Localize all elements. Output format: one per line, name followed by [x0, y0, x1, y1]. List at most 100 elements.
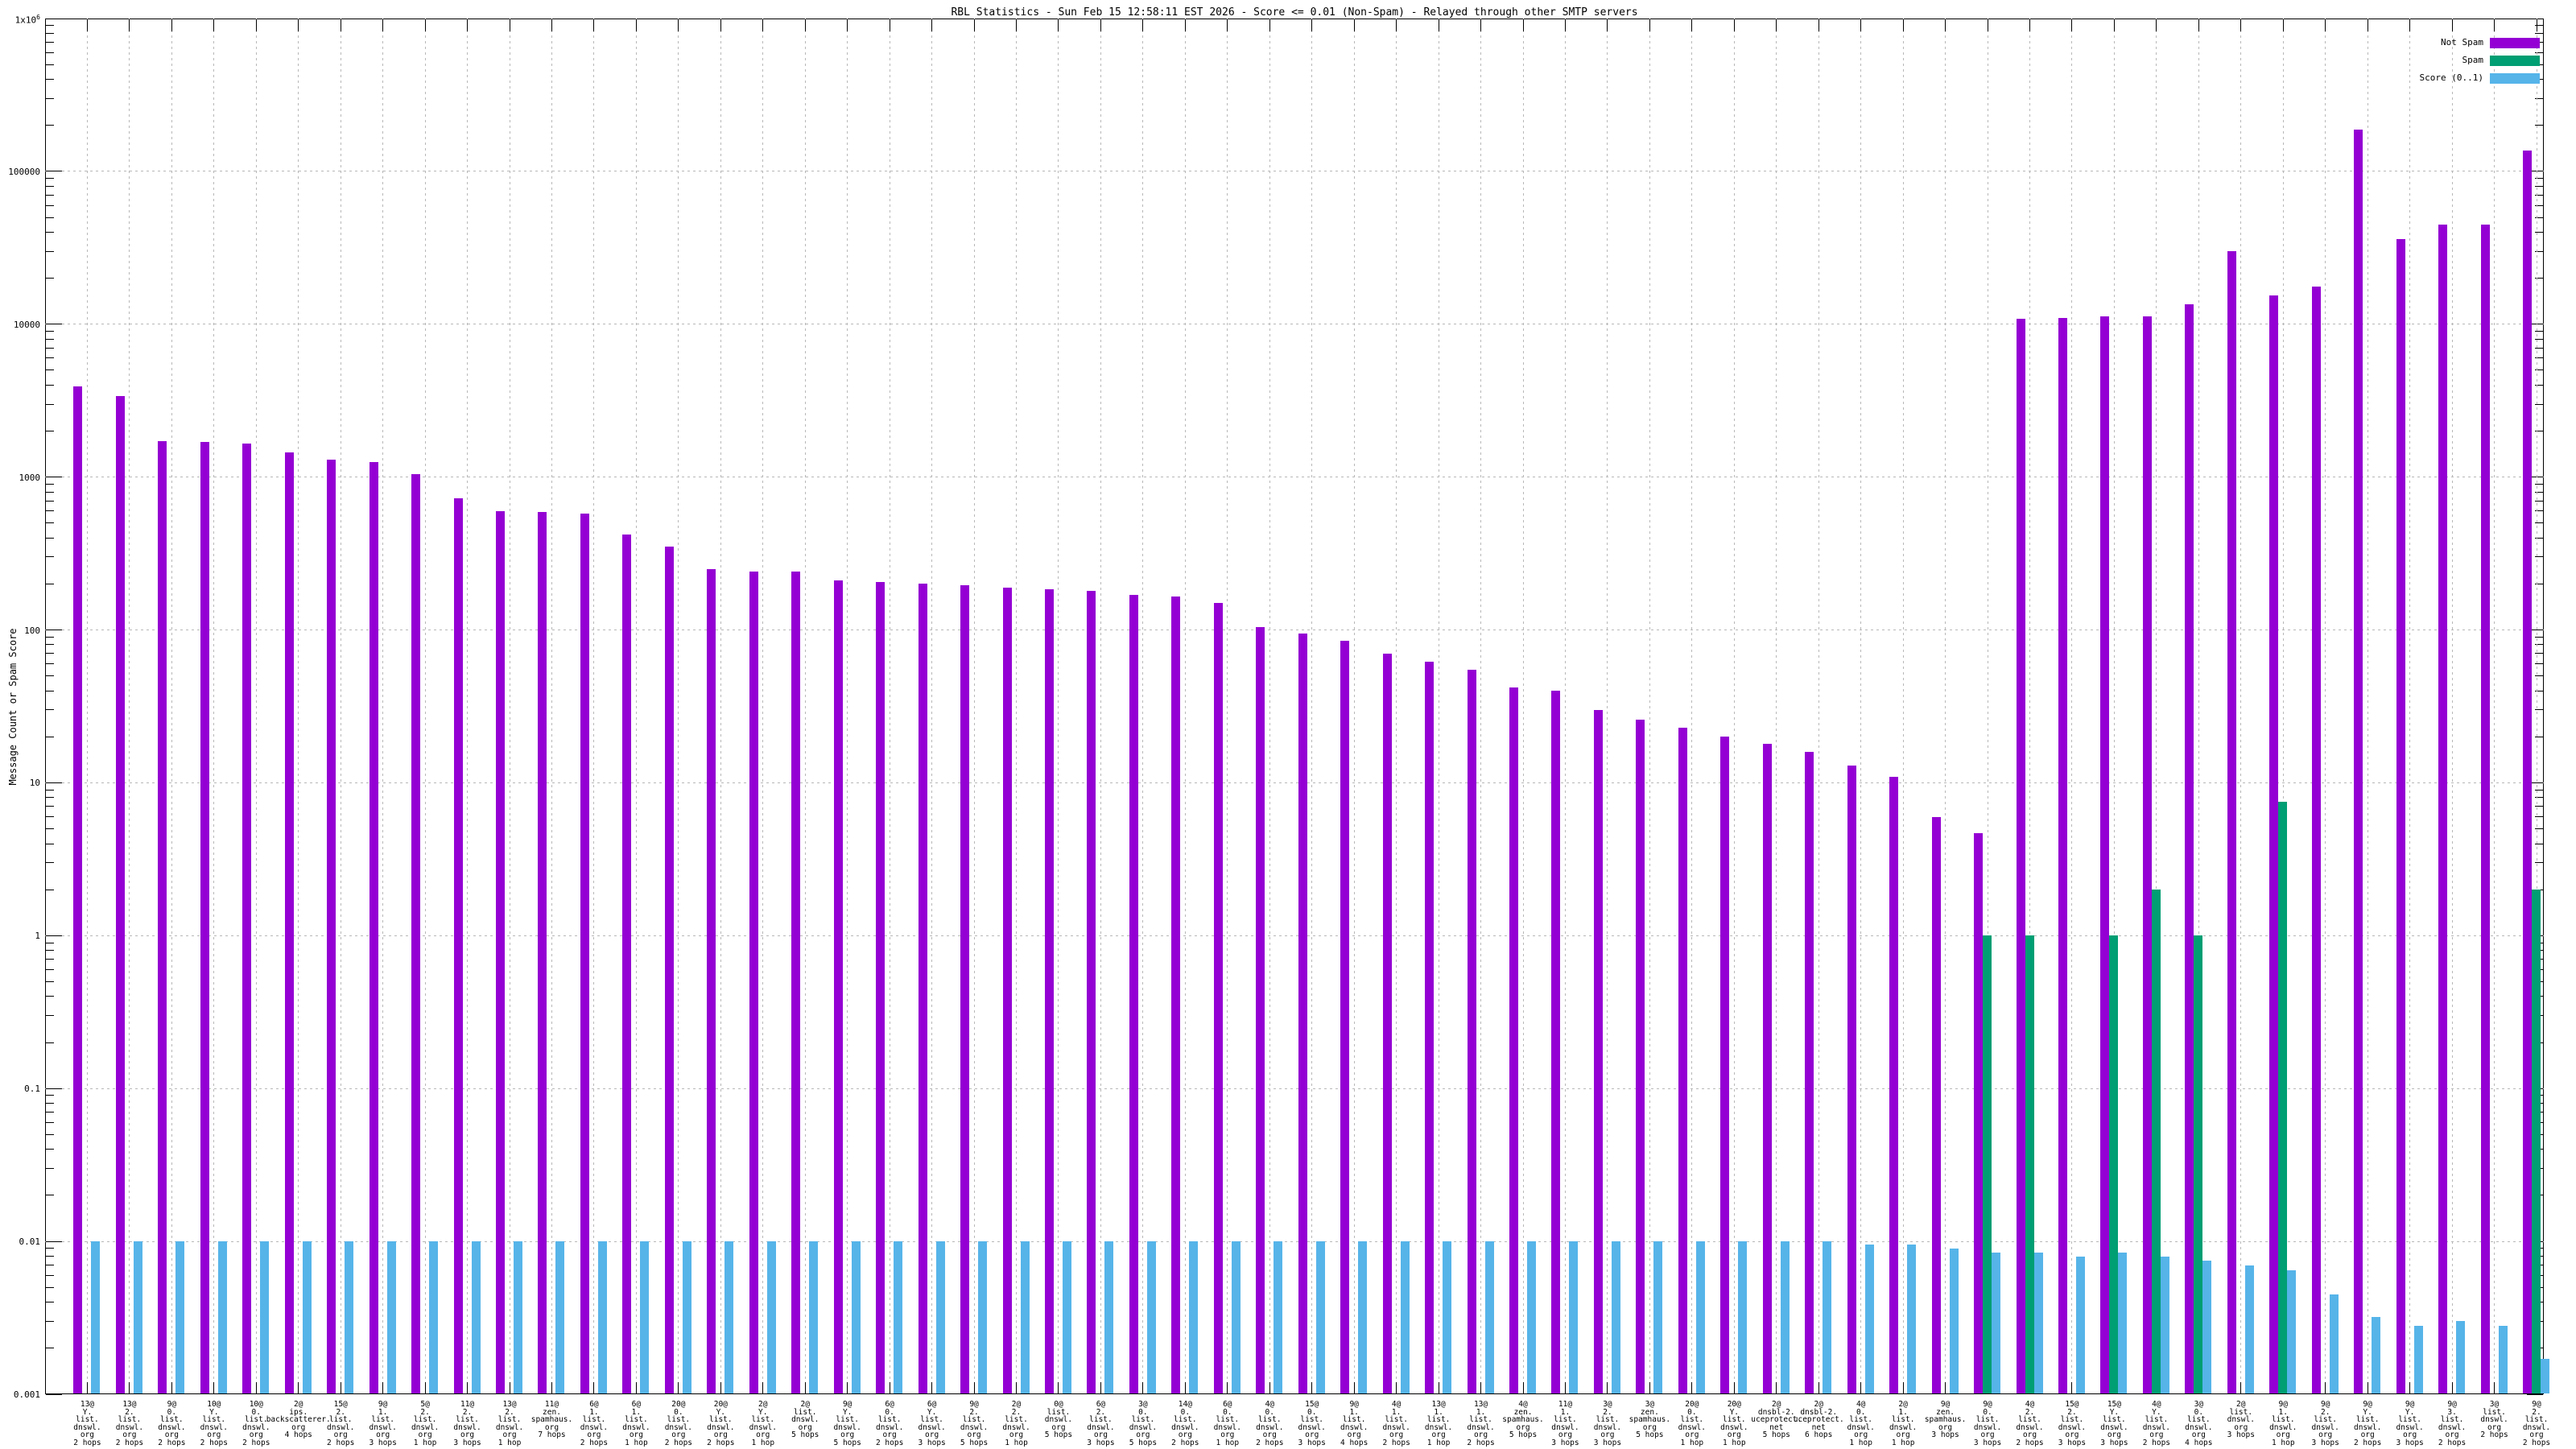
x-gridline — [931, 19, 933, 1394]
y-tick-label: 1x106 — [14, 14, 40, 26]
x-tick-bottom — [1522, 1382, 1524, 1394]
x-tick-top — [1480, 19, 1482, 31]
y-major-tick-left — [46, 1088, 62, 1089]
x-tick-bottom — [1311, 1382, 1313, 1394]
x-tick-bottom — [171, 1382, 172, 1394]
bar-spam — [2109, 935, 2119, 1393]
y-minor-tick-left — [46, 816, 54, 818]
x-tick-top — [2494, 19, 2496, 31]
bar-score — [894, 1241, 903, 1393]
y-minor-tick-left — [46, 806, 54, 807]
bar-not-spam — [876, 582, 886, 1393]
x-gridline — [1776, 19, 1777, 1394]
bar-not-spam — [960, 585, 970, 1393]
bar-score — [1146, 1241, 1156, 1393]
bar-not-spam — [1805, 751, 1814, 1393]
y-minor-tick-left — [46, 64, 54, 65]
bar-score — [978, 1241, 988, 1393]
bar-score — [1653, 1241, 1663, 1393]
x-tick-top — [1142, 19, 1144, 31]
bar-spam — [2025, 935, 2034, 1393]
y-minor-tick-left — [46, 1286, 54, 1288]
bar-not-spam — [1509, 687, 1519, 1393]
x-tick-bottom — [86, 1382, 88, 1394]
y-minor-tick-left — [46, 675, 54, 677]
bar-score — [2541, 1359, 2549, 1393]
y-minor-tick-left — [46, 862, 54, 864]
y-tick-label: 10 — [29, 778, 40, 789]
x-tick-bottom — [678, 1382, 679, 1394]
x-tick-bottom — [1733, 1382, 1735, 1394]
bar-score — [2118, 1252, 2128, 1393]
x-tick-bottom — [1607, 1382, 1608, 1394]
x-gridline — [1522, 19, 1524, 1394]
y-minor-tick-left — [46, 357, 54, 359]
x-gridline — [720, 19, 721, 1394]
x-tick-top — [2451, 19, 2453, 31]
x-tick-top — [298, 19, 299, 31]
x-tick-bottom — [635, 1382, 637, 1394]
bar-score — [133, 1241, 142, 1393]
bar-score — [2413, 1326, 2423, 1393]
x-tick-bottom — [1016, 1382, 1018, 1394]
y-minor-tick-left — [46, 483, 54, 485]
bar-score — [1484, 1241, 1494, 1393]
bar-score — [2329, 1294, 2339, 1393]
y-minor-tick-left — [46, 194, 54, 196]
x-tick-top — [129, 19, 130, 31]
x-axis-label: 9@ 2. list. dnswl. org 2 hops — [2522, 1400, 2551, 1447]
y-major-tick-left — [46, 935, 62, 936]
x-tick-bottom — [720, 1382, 721, 1394]
x-gridline — [467, 19, 469, 1394]
bar-score — [386, 1241, 396, 1393]
y-minor-tick-left — [46, 789, 54, 791]
x-tick-top — [1607, 19, 1608, 31]
x-tick-top — [762, 19, 764, 31]
y-minor-tick-left — [46, 79, 54, 80]
x-gridline — [1733, 19, 1735, 1394]
bar-score — [302, 1241, 312, 1393]
legend-label: Score (0..1) — [2419, 72, 2483, 83]
x-tick-bottom — [1480, 1382, 1482, 1394]
bar-score — [2075, 1256, 2085, 1393]
x-tick-bottom — [298, 1382, 299, 1394]
x-gridline — [1945, 19, 1946, 1394]
bar-score — [2160, 1256, 2169, 1393]
y-minor-tick-left — [46, 1103, 54, 1104]
bar-not-spam — [1720, 737, 1730, 1393]
bar-not-spam — [496, 510, 506, 1393]
y-tick-label: 10000 — [13, 319, 40, 330]
bar-not-spam — [2142, 316, 2152, 1393]
bar-not-spam — [2016, 318, 2025, 1393]
bar-not-spam — [2523, 150, 2532, 1393]
x-gridline — [298, 19, 299, 1394]
bar-score — [555, 1241, 565, 1393]
y-tick-label: 0.001 — [13, 1389, 40, 1400]
y-minor-tick-left — [46, 1095, 54, 1096]
bar-not-spam — [73, 386, 83, 1393]
x-gridline — [847, 19, 848, 1394]
bar-not-spam — [242, 443, 252, 1393]
x-tick-bottom — [1691, 1382, 1693, 1394]
y-minor-tick-left — [46, 32, 54, 34]
x-tick-bottom — [847, 1382, 848, 1394]
x-tick-bottom — [1902, 1382, 1904, 1394]
x-tick-top — [86, 19, 88, 31]
y-minor-tick-left — [46, 1015, 54, 1017]
bar-score — [640, 1241, 650, 1393]
bar-not-spam — [2354, 130, 2363, 1393]
x-tick-bottom — [1184, 1382, 1186, 1394]
x-tick-top — [1522, 19, 1524, 31]
x-tick-bottom — [1860, 1382, 1862, 1394]
x-tick-top — [1184, 19, 1186, 31]
x-tick-top — [1818, 19, 1819, 31]
x-tick-bottom — [1396, 1382, 1397, 1394]
bar-not-spam — [2100, 316, 2110, 1393]
x-gridline — [255, 19, 257, 1394]
bar-spam — [2532, 890, 2541, 1393]
y-minor-tick-left — [46, 330, 54, 332]
x-tick-top — [593, 19, 595, 31]
bar-score — [514, 1241, 523, 1393]
x-tick-top — [2029, 19, 2030, 31]
bar-score — [1527, 1241, 1537, 1393]
